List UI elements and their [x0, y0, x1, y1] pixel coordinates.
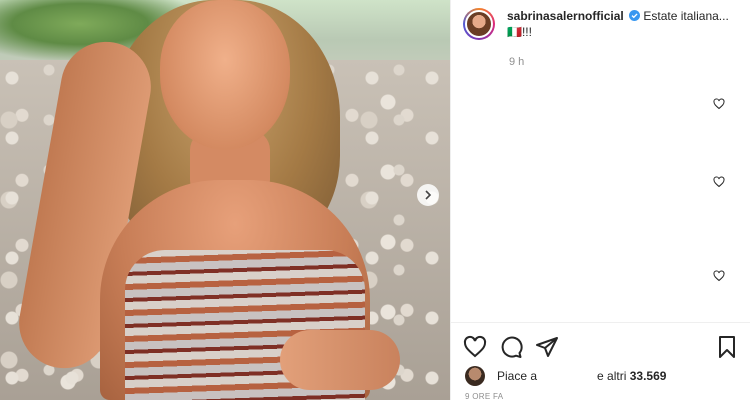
caption: sabrinasalernofficial Estate italiana...… [507, 8, 737, 40]
chevron-right-icon [425, 190, 432, 200]
comment-like-button[interactable] [713, 269, 725, 282]
comment-button[interactable] [499, 335, 523, 359]
face [160, 0, 290, 150]
post-photo[interactable] [0, 0, 450, 400]
likes-count[interactable]: 33.569 [630, 369, 667, 383]
heart-icon [713, 98, 725, 110]
hand [280, 330, 400, 390]
post-date[interactable]: 9 ORE FA [465, 392, 503, 400]
divider [451, 322, 750, 323]
comment-icon [501, 336, 523, 358]
paper-plane-icon [536, 337, 558, 357]
next-photo-button[interactable] [417, 184, 439, 206]
caption-timestamp: 9 h [509, 56, 525, 68]
bookmark-icon [719, 336, 735, 358]
photo-subject [12, 0, 400, 400]
caption-row: sabrinasalernofficial Estate italiana...… [463, 8, 737, 40]
action-bar [463, 335, 571, 359]
likes-suffix[interactable]: e altri [597, 369, 626, 383]
comment-like-button[interactable] [713, 175, 725, 188]
author-avatar[interactable] [463, 8, 495, 40]
heart-icon [713, 176, 725, 188]
liker-avatar[interactable] [465, 366, 485, 386]
post-sidebar: sabrinasalernofficial Estate italiana...… [450, 0, 750, 400]
heart-icon [713, 270, 725, 282]
like-button[interactable] [463, 335, 487, 359]
share-button[interactable] [535, 335, 559, 359]
instagram-post: sabrinasalernofficial Estate italiana...… [0, 0, 750, 400]
verified-badge-icon [629, 10, 641, 21]
heart-icon [463, 335, 487, 358]
comment-like-button[interactable] [713, 97, 725, 110]
likes-summary: Piace a e altri 33.569 [465, 366, 666, 386]
likes-prefix: Piace a [497, 369, 538, 383]
save-button[interactable] [715, 335, 739, 359]
author-username[interactable]: sabrinasalernofficial [507, 9, 624, 23]
